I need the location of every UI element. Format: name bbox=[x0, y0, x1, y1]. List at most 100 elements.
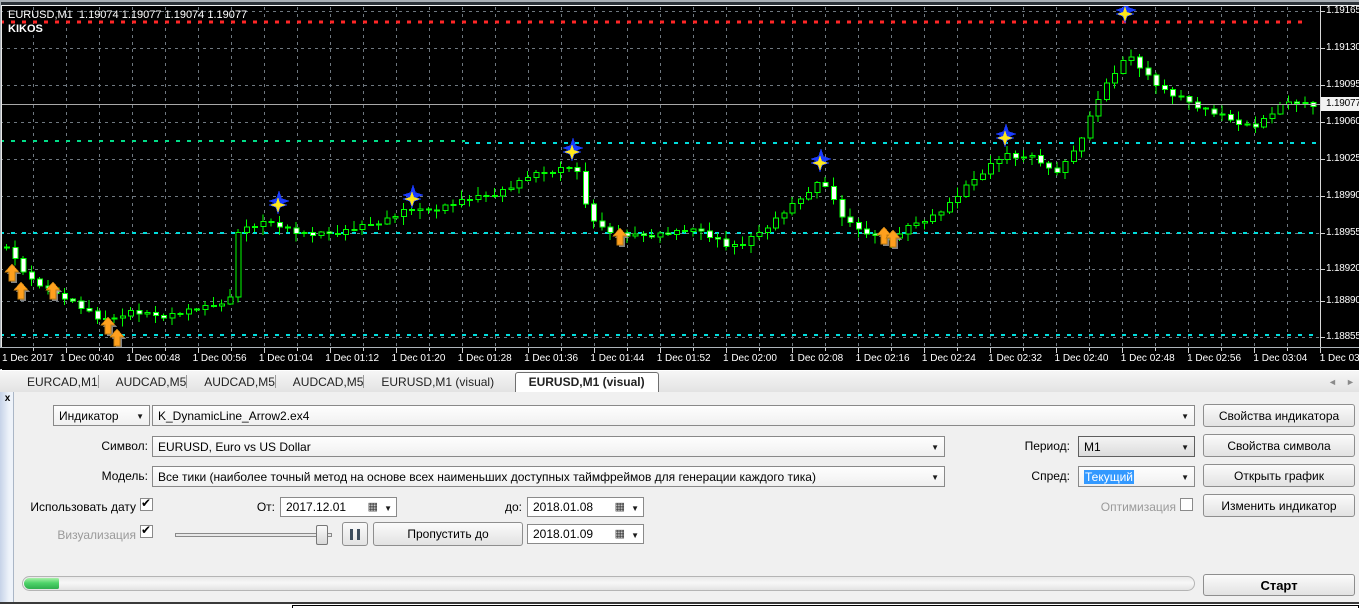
price-axis-label: 1.18920 bbox=[1326, 263, 1359, 274]
time-axis-tick bbox=[1089, 348, 1090, 351]
time-axis-label: 1 Dec 00:56 bbox=[193, 353, 247, 364]
candle-body bbox=[641, 234, 646, 236]
close-panel-icon[interactable]: x bbox=[2, 393, 13, 405]
use-date-checkbox[interactable]: ✔ bbox=[140, 498, 153, 511]
candle-body bbox=[517, 180, 522, 188]
spread-select[interactable]: Текущий▼ bbox=[1078, 466, 1195, 487]
chevron-down-icon: ▼ bbox=[1181, 473, 1189, 482]
tab-divider bbox=[275, 375, 276, 388]
time-axis-tick bbox=[330, 348, 331, 353]
price-axis-label: 1.19060 bbox=[1326, 116, 1359, 127]
spread-label: Спред: bbox=[950, 469, 1070, 483]
candle-body bbox=[112, 318, 117, 319]
candle-body bbox=[906, 226, 911, 234]
candle-body bbox=[1129, 57, 1134, 60]
indicator-properties-button[interactable]: Свойства индикатора bbox=[1203, 404, 1355, 427]
candle-body bbox=[1071, 151, 1076, 161]
candle-body bbox=[741, 245, 746, 246]
time-axis[interactable]: 1 Dec 20171 Dec 00:401 Dec 00:481 Dec 00… bbox=[0, 347, 1359, 369]
candle-body bbox=[178, 314, 183, 315]
candle-body bbox=[410, 210, 415, 211]
model-select[interactable]: Все тики (наиболее точный метод на основ… bbox=[152, 466, 945, 487]
modify-indicator-button[interactable]: Изменить индикатор bbox=[1203, 494, 1355, 517]
candle-body bbox=[931, 215, 936, 222]
time-axis-tick bbox=[1320, 348, 1321, 353]
visualization-speed-slider[interactable] bbox=[175, 533, 332, 537]
tabs-scroll-left-icon[interactable]: ◄ bbox=[1328, 377, 1337, 387]
candle-body bbox=[186, 309, 191, 314]
time-axis-label: 1 Dec 01:20 bbox=[392, 353, 446, 364]
candle-body bbox=[807, 193, 812, 199]
time-axis-tick bbox=[957, 348, 958, 351]
tester-mode-select[interactable]: Индикатор▼ bbox=[53, 405, 150, 426]
chart-tab-active[interactable]: EURUSD,M1 (visual) bbox=[515, 372, 659, 394]
time-axis-label: 1 Dec 01:12 bbox=[325, 353, 379, 364]
candle-body bbox=[443, 205, 448, 211]
candle-body bbox=[21, 258, 26, 271]
skip-to-date-field[interactable]: 2018.01.09 ▦ ▼ bbox=[527, 524, 644, 544]
slider-thumb[interactable] bbox=[316, 525, 328, 545]
time-axis-tick bbox=[1023, 348, 1024, 351]
time-axis-tick bbox=[726, 348, 727, 353]
from-date-field[interactable]: 2017.12.01 ▦ ▼ bbox=[280, 497, 397, 517]
symbol-select[interactable]: EURUSD, Euro vs US Dollar▼ bbox=[152, 436, 945, 457]
pause-button[interactable] bbox=[342, 522, 368, 546]
to-date-field[interactable]: 2018.01.08 ▦ ▼ bbox=[527, 497, 644, 517]
chevron-down-icon: ▼ bbox=[631, 531, 639, 540]
candle-body bbox=[484, 195, 489, 196]
time-axis-label: 1 Dec 01:04 bbox=[259, 353, 313, 364]
candle-body bbox=[377, 224, 382, 225]
time-axis-tick bbox=[1188, 348, 1189, 353]
price-axis-label: 1.18890 bbox=[1326, 295, 1359, 306]
time-axis-tick bbox=[1155, 348, 1156, 351]
signal-star-marker bbox=[403, 190, 421, 208]
candle-body bbox=[542, 172, 547, 173]
time-axis-label: 1 Dec 02:56 bbox=[1187, 353, 1241, 364]
skip-to-button[interactable]: Пропустить до bbox=[373, 522, 523, 546]
time-axis-label: 1 Dec 01:36 bbox=[524, 353, 578, 364]
candle-body bbox=[1080, 138, 1085, 151]
candle-body bbox=[244, 227, 249, 233]
candle-body bbox=[1179, 96, 1184, 97]
candle-body bbox=[1204, 108, 1209, 109]
candle-body bbox=[319, 232, 324, 235]
candle-body bbox=[211, 306, 216, 307]
chart-tab[interactable]: EURUSD,M1 (visual) bbox=[368, 373, 507, 392]
tab-divider bbox=[98, 375, 99, 388]
candle-body bbox=[1154, 75, 1159, 86]
time-axis-label: 1 Dec 02:16 bbox=[856, 353, 910, 364]
optimization-label: Оптимизация bbox=[1040, 500, 1176, 514]
start-button[interactable]: Старт bbox=[1203, 574, 1355, 596]
pause-icon bbox=[357, 529, 360, 540]
time-axis-label: 1 Dec 02:40 bbox=[1055, 353, 1109, 364]
open-chart-button[interactable]: Открыть график bbox=[1203, 464, 1355, 487]
candle-body bbox=[1220, 114, 1225, 115]
candle-body bbox=[1104, 83, 1109, 100]
optimization-checkbox[interactable] bbox=[1180, 498, 1193, 511]
chart-tab[interactable]: EURCAD,M1 bbox=[14, 373, 111, 392]
chart-tab[interactable]: AUDCAD,M5 bbox=[103, 373, 200, 392]
candle-body bbox=[203, 306, 208, 310]
chart-tab[interactable]: AUDCAD,M5 bbox=[191, 373, 288, 392]
tab-divider bbox=[363, 375, 364, 388]
price-axis[interactable]: 1.191651.191301.190951.190601.190251.189… bbox=[1321, 6, 1359, 347]
check-icon: ✔ bbox=[141, 523, 151, 537]
symbol-properties-button[interactable]: Свойства символа bbox=[1203, 434, 1355, 457]
candle-body bbox=[29, 272, 34, 279]
model-label: Модель: bbox=[0, 469, 148, 483]
candle-body bbox=[550, 172, 555, 173]
price-axis-label: 1.19165 bbox=[1326, 5, 1359, 16]
visualization-checkbox[interactable]: ✔ bbox=[140, 525, 153, 538]
to-label: до: bbox=[440, 500, 522, 514]
candle-body bbox=[38, 279, 43, 286]
time-axis-tick bbox=[759, 348, 760, 351]
period-select[interactable]: M1▼ bbox=[1078, 436, 1195, 457]
candle-body bbox=[674, 231, 679, 235]
tabs-scroll-right-icon[interactable]: ► bbox=[1346, 377, 1355, 387]
expert-select[interactable]: K_DynamicLine_Arrow2.ex4▼ bbox=[152, 405, 1195, 426]
candle-body bbox=[1253, 124, 1258, 127]
chart-tab[interactable]: AUDCAD,M5 bbox=[280, 373, 377, 392]
price-chart[interactable] bbox=[0, 0, 1321, 348]
candle-body bbox=[699, 229, 704, 231]
candle-body bbox=[195, 309, 200, 310]
